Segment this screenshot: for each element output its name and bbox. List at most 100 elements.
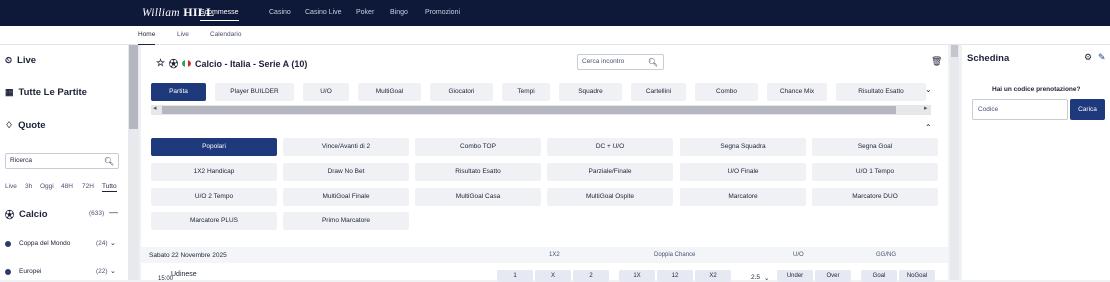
market-marcatore[interactable]: Marcatore — [680, 188, 806, 206]
uo-line-chevron-icon[interactable]: ⌄ — [764, 274, 769, 282]
nav-scommesse[interactable]: Scommesse — [200, 0, 239, 26]
market-marcatore-duo[interactable]: Marcatore DUO — [812, 188, 938, 206]
sidebar-live-label: Live — [17, 55, 37, 66]
market-parziale-finale[interactable]: Parziale/Finale — [547, 163, 673, 181]
event-header — [141, 247, 948, 263]
load-code-button[interactable]: Carica — [1070, 99, 1105, 120]
sidebar-all-matches[interactable]: ▦ Tutte Le Partite — [5, 87, 87, 98]
tab-partita[interactable]: Partita — [151, 83, 206, 101]
sidebar-live[interactable]: ⏲ Live — [5, 55, 36, 66]
filter-live[interactable]: Live — [5, 183, 17, 190]
nav-bingo[interactable]: Bingo — [390, 0, 408, 26]
nav-poker[interactable]: Poker — [356, 0, 374, 26]
market-multigoal-finale[interactable]: MultiGoal Finale — [283, 188, 409, 206]
odd-nogoal[interactable]: NoGoal — [899, 270, 935, 282]
sidebar-quotes[interactable]: ♢ Quote — [5, 120, 46, 131]
subnav-live[interactable]: Live — [177, 26, 189, 45]
market-multigoal-casa[interactable]: MultiGoal Casa — [415, 188, 541, 206]
main-panel: ☆ ⚽︎ Calcio - Italia - Serie A (10) Cerc… — [141, 45, 948, 282]
tab-chance-mix[interactable]: Chance Mix — [767, 83, 827, 101]
booking-code-placeholder: Codice — [978, 106, 999, 113]
market-popolari[interactable]: Popolari — [151, 138, 277, 156]
star-icon[interactable]: ☆ — [156, 58, 165, 69]
odd-1x[interactable]: 1X — [619, 270, 655, 282]
pin-icon[interactable]: ✎ — [1098, 52, 1106, 63]
tab-tempi[interactable]: Tempi — [502, 83, 550, 101]
football-icon: ⚽︎ — [5, 210, 15, 220]
col-uo: U/O — [793, 252, 804, 258]
market-uo-1-tempo[interactable]: U/O 1 Tempo — [812, 163, 938, 181]
search-icon[interactable]: 🔍︎ — [648, 56, 658, 70]
sport-calcio-label: Calcio — [19, 209, 48, 220]
market-multigoal-ospite[interactable]: MultiGoal Ospite — [547, 188, 673, 206]
category-label: Europei — [19, 268, 42, 275]
sidebar-quotes-label: Quote — [18, 120, 46, 131]
market-segna-goal[interactable]: Segna Goal — [812, 138, 938, 156]
gear-icon[interactable]: ⚙ — [1084, 52, 1092, 63]
tab-combo[interactable]: Combo — [695, 83, 758, 101]
tab-multigoal[interactable]: MultiGoal — [358, 83, 421, 101]
odd-under[interactable]: Under — [777, 270, 813, 282]
odd-12[interactable]: 12 — [657, 270, 693, 282]
filter-3h[interactable]: 3h — [25, 183, 32, 190]
sidebar-search-input[interactable]: Ricerca 🔍︎ — [5, 153, 119, 169]
scroll-right-icon[interactable]: ▸ — [924, 104, 928, 112]
odd-x2[interactable]: X2 — [695, 270, 731, 282]
trash-icon[interactable]: 🗑︎ — [931, 56, 942, 67]
category-label: Coppa del Mondo — [19, 240, 71, 247]
market-1x2-handicap[interactable]: 1X2 Handicap — [151, 163, 277, 181]
market-primo-marcatore[interactable]: Primo Marcatore — [283, 212, 409, 230]
tab-squadre[interactable]: Squadre — [559, 83, 622, 101]
category-count: (22) — [96, 268, 108, 275]
category-europei[interactable]: Europei — [5, 268, 41, 275]
main-scrollbar-thumb[interactable] — [951, 45, 958, 57]
chevron-down-icon[interactable]: ⌄ — [925, 85, 932, 94]
football-icon: ⚽︎ — [168, 59, 178, 69]
main-scrollbar[interactable] — [950, 45, 959, 280]
market-dc-uo[interactable]: DC + U/O — [547, 138, 673, 156]
subnav-calendario[interactable]: Calendario — [210, 26, 241, 45]
sport-calcio[interactable]: ⚽︎ Calcio — [5, 208, 48, 221]
chevron-up-icon[interactable]: ⌃ — [925, 123, 932, 132]
odd-2[interactable]: 2 — [573, 270, 609, 282]
tab-uo[interactable]: U/O — [303, 83, 349, 101]
chevron-down-icon[interactable]: ⌄ — [110, 239, 116, 247]
market-segna-squadra[interactable]: Segna Squadra — [680, 138, 806, 156]
tab-giocatori[interactable]: Giocatori — [430, 83, 493, 101]
filter-72h[interactable]: 72H — [82, 183, 94, 190]
booking-code-input[interactable]: Codice — [972, 99, 1068, 120]
market-marcatore-plus[interactable]: Marcatore PLUS — [151, 212, 277, 230]
search-icon[interactable]: 🔍︎ — [104, 155, 114, 169]
event-search-input[interactable]: Cerca incontro 🔍︎ — [577, 54, 664, 70]
collapse-icon[interactable]: — — [109, 207, 118, 217]
page-title-text: Calcio - Italia - Serie A (10) — [194, 58, 308, 69]
nav-casino-live[interactable]: Casino Live — [305, 0, 342, 26]
category-count: (24) — [96, 240, 108, 247]
left-scrollbar-thumb[interactable] — [129, 45, 138, 129]
nav-casino[interactable]: Casino — [269, 0, 291, 26]
odd-goal[interactable]: Goal — [861, 270, 897, 282]
nav-promozioni[interactable]: Promozioni — [425, 0, 460, 26]
subnav-home[interactable]: Home — [138, 26, 156, 45]
market-combo-top[interactable]: Combo TOP — [415, 138, 541, 156]
market-vince-avanti[interactable]: Vince/Avanti di 2 — [283, 138, 409, 156]
category-coppa-del-mondo[interactable]: Coppa del Mondo — [5, 240, 70, 247]
event-search-placeholder: Cerca incontro — [582, 58, 625, 65]
filter-tutto[interactable]: Tutto — [102, 183, 117, 192]
market-risultato-esatto[interactable]: Risultato Esatto — [415, 163, 541, 181]
tab-cartellini[interactable]: Cartellini — [631, 83, 686, 101]
market-uo-2-tempo[interactable]: U/O 2 Tempo — [151, 188, 277, 206]
odd-over[interactable]: Over — [815, 270, 851, 282]
filter-48h[interactable]: 48H — [61, 183, 73, 190]
odd-1[interactable]: 1 — [497, 270, 533, 282]
tabs-scrollbar-thumb[interactable] — [162, 106, 896, 114]
filter-oggi[interactable]: Oggi — [40, 183, 54, 190]
scroll-left-icon[interactable]: ◂ — [153, 104, 157, 112]
market-uo-finale[interactable]: U/O Finale — [680, 163, 806, 181]
tab-risultato-esatto[interactable]: Risultato Esatto — [836, 83, 926, 101]
odd-x[interactable]: X — [535, 270, 571, 282]
market-draw-no-bet[interactable]: Draw No Bet — [283, 163, 409, 181]
tab-player-builder[interactable]: Player BUILDER — [215, 83, 294, 101]
chevron-down-icon[interactable]: ⌄ — [110, 267, 116, 275]
event-team[interactable]: Udinese — [171, 271, 197, 278]
